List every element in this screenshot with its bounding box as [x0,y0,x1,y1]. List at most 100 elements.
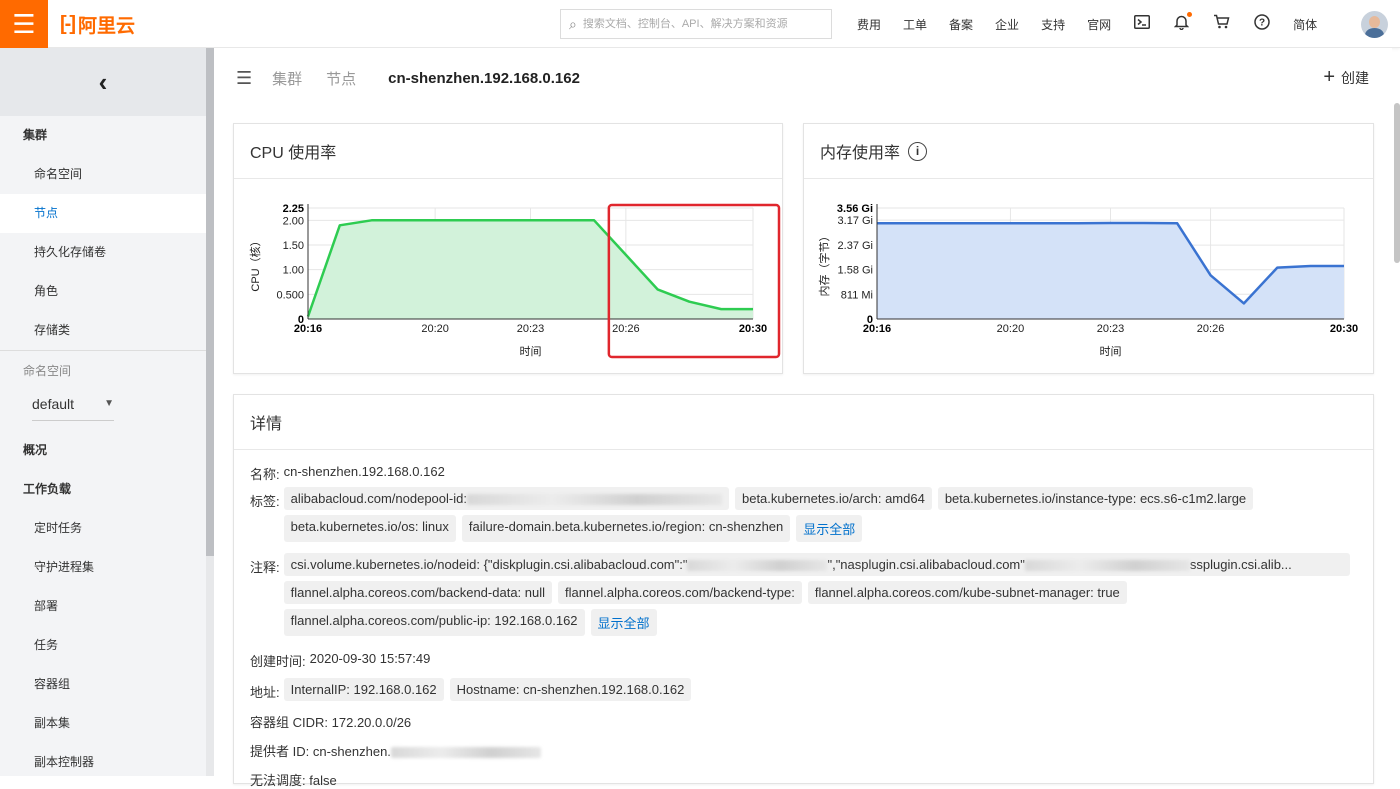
nav-icp[interactable]: 备案 [949,16,973,33]
memory-card-header: 内存使用率 i [804,124,1373,179]
x-tick-label: 20:30 [1330,323,1358,335]
sidebar: ‹ 集群 命名空间 节点 持久化存储卷 角色 存储类 命名空间 default … [0,48,206,776]
plus-icon: + [1323,66,1335,88]
main-scrollbar-thumb[interactable] [1394,103,1400,263]
sidebar-item-replicasets[interactable]: 副本集 [0,704,206,743]
cart-icon[interactable] [1213,14,1230,34]
y-tick-label: 2.00 [283,215,304,227]
x-tick-label: 20:20 [997,323,1025,335]
page-title: cn-shenzhen.192.168.0.162 [388,69,580,87]
label-chip: failure-domain.beta.kubernetes.io/region… [461,515,791,542]
sidebar-item-pods[interactable]: 容器组 [0,665,206,704]
nav-official-site[interactable]: 官网 [1087,16,1111,33]
cpu-usage-chart: 2.252.001.501.000.500020:16 20:20 20:23 20:… [248,203,781,359]
hamburger-icon[interactable]: ☰ [236,68,252,89]
breadcrumb: ☰ 集群 节点 cn-shenzhen.192.168.0.162 [236,66,580,90]
label-chip-text: alibabacloud.com/nodepool-id: [290,491,467,506]
memory-card-title: 内存使用率 [820,145,901,162]
annotation-text-b: ","nasplugin.csi.alibabacloud.com" [827,557,1025,572]
x-tick-label: 20:20 [421,323,449,335]
sidebar-item-overview[interactable]: 概况 [0,431,206,470]
nav-support[interactable]: 支持 [1041,16,1065,33]
labels-label: 标签: [250,494,280,509]
sidebar-item-namespaces[interactable]: 命名空间 [0,155,206,194]
provider-label: 提供者 ID: [250,744,310,759]
search-box[interactable]: ⌕ [560,9,832,39]
annotation-chip: flannel.alpha.coreos.com/kube-subnet-man… [807,581,1127,604]
create-button[interactable]: + 创建 [1323,66,1369,89]
details-title: 详情 [234,395,1373,450]
namespace-select[interactable]: default ▼ [32,393,114,421]
info-icon[interactable]: i [908,141,928,161]
details-card: 详情 名称: cn-shenzhen.192.168.0.162 标签: ali… [233,394,1374,788]
logo-text: 阿里云 [77,15,135,37]
help-icon[interactable]: ? [1254,13,1270,35]
x-axis-title: 时间 [520,345,542,358]
x-tick-label: 20:26 [612,323,640,335]
sidebar-item-nodes[interactable]: 节点 [0,194,206,233]
breadcrumb-nodes[interactable]: 节点 [326,68,356,89]
y-tick-label: 1.00 [283,265,304,277]
sidebar-item-daemonsets[interactable]: 守护进程集 [0,548,206,587]
terminal-icon[interactable] [1134,14,1151,34]
address-chip: InternalIP: 192.168.0.162 [283,678,444,701]
back-chevron-icon[interactable]: ‹ [0,48,206,116]
search-input[interactable] [582,18,803,30]
sidebar-item-jobs[interactable]: 任务 [0,626,206,665]
label-chip: alibabacloud.com/nodepool-id: [283,487,729,510]
nav-enterprise[interactable]: 企业 [995,16,1019,33]
label-chip: beta.kubernetes.io/os: linux [283,515,456,542]
x-tick-label: 20:23 [1097,323,1125,335]
created-label: 创建时间: [250,654,306,669]
annotations-show-all-link[interactable]: 显示全部 [590,609,657,636]
top-nav: 费用 工单 备案 企业 支持 官网 ? 简体 [846,0,1328,48]
sidebar-item-persistent-volumes[interactable]: 持久化存储卷 [0,233,206,272]
created-value: 2020-09-30 15:57:49 [309,651,431,666]
sidebar-item-replication-controllers[interactable]: 副本控制器 [0,743,206,782]
cidr-value: 172.20.0.0/26 [331,715,412,730]
aliyun-logo[interactable]: [-] 阿里云 [60,11,135,37]
redacted-value [1024,560,1190,572]
y-tick-label: 811 Mi [841,289,873,301]
notification-dot [1187,11,1193,17]
breadcrumb-cluster[interactable]: 集群 [272,68,302,89]
sidebar-item-storage-classes[interactable]: 存储类 [0,311,206,350]
x-tick-label: 20:30 [739,323,767,335]
search-icon: ⌕ [569,15,577,32]
bell-icon[interactable] [1173,11,1193,35]
nav-tickets[interactable]: 工单 [903,16,927,33]
annotation-chip: flannel.alpha.coreos.com/backend-type: [558,581,802,604]
x-tick-label: 20:16 [294,323,322,335]
y-tick-label: 3.56 Gi [837,203,873,215]
hamburger-icon[interactable]: ☰ [0,0,48,48]
create-label: 创建 [1341,69,1369,86]
annotation-chip: flannel.alpha.coreos.com/public-ip: 192.… [283,609,585,636]
unschedulable-label: 无法调度: [250,773,306,788]
address-label: 地址: [250,685,280,700]
sidebar-group-workloads[interactable]: 工作负载 [0,470,206,509]
address-chip: Hostname: cn-shenzhen.192.168.0.162 [449,678,692,701]
logo-mark: [-] [60,12,76,35]
name-label: 名称: [250,467,280,482]
namespace-label: 命名空间 [23,364,72,378]
language-switch[interactable]: 简体 [1293,16,1317,33]
sidebar-scrollbar-thumb[interactable] [206,48,214,556]
y-tick-label: 1.50 [283,240,304,252]
cpu-card-title: CPU 使用率 [234,124,782,179]
y-tick-label: 3.17 Gi [838,215,873,227]
chevron-down-icon: ▼ [104,398,114,409]
annotations-label: 注释: [250,560,280,575]
namespace-value: default [32,396,75,412]
top-bar: ☰ [-] 阿里云 ⌕ 费用 工单 备案 企业 支持 官网 ? 简体 [0,0,1400,48]
annotation-text-a: csi.volume.kubernetes.io/nodeid: {"diskp… [290,557,688,572]
sidebar-group-cluster[interactable]: 集群 [0,116,206,155]
sidebar-item-deployments[interactable]: 部署 [0,587,206,626]
avatar[interactable] [1361,11,1388,38]
labels-show-all-link[interactable]: 显示全部 [796,515,863,542]
sidebar-item-cronjobs[interactable]: 定时任务 [0,509,206,548]
y-axis-title: CPU（核） [248,235,262,291]
nav-fees[interactable]: 费用 [857,16,881,33]
sidebar-item-roles[interactable]: 角色 [0,272,206,311]
svg-text:?: ? [1259,17,1265,28]
x-tick-label: 20:16 [863,323,891,335]
